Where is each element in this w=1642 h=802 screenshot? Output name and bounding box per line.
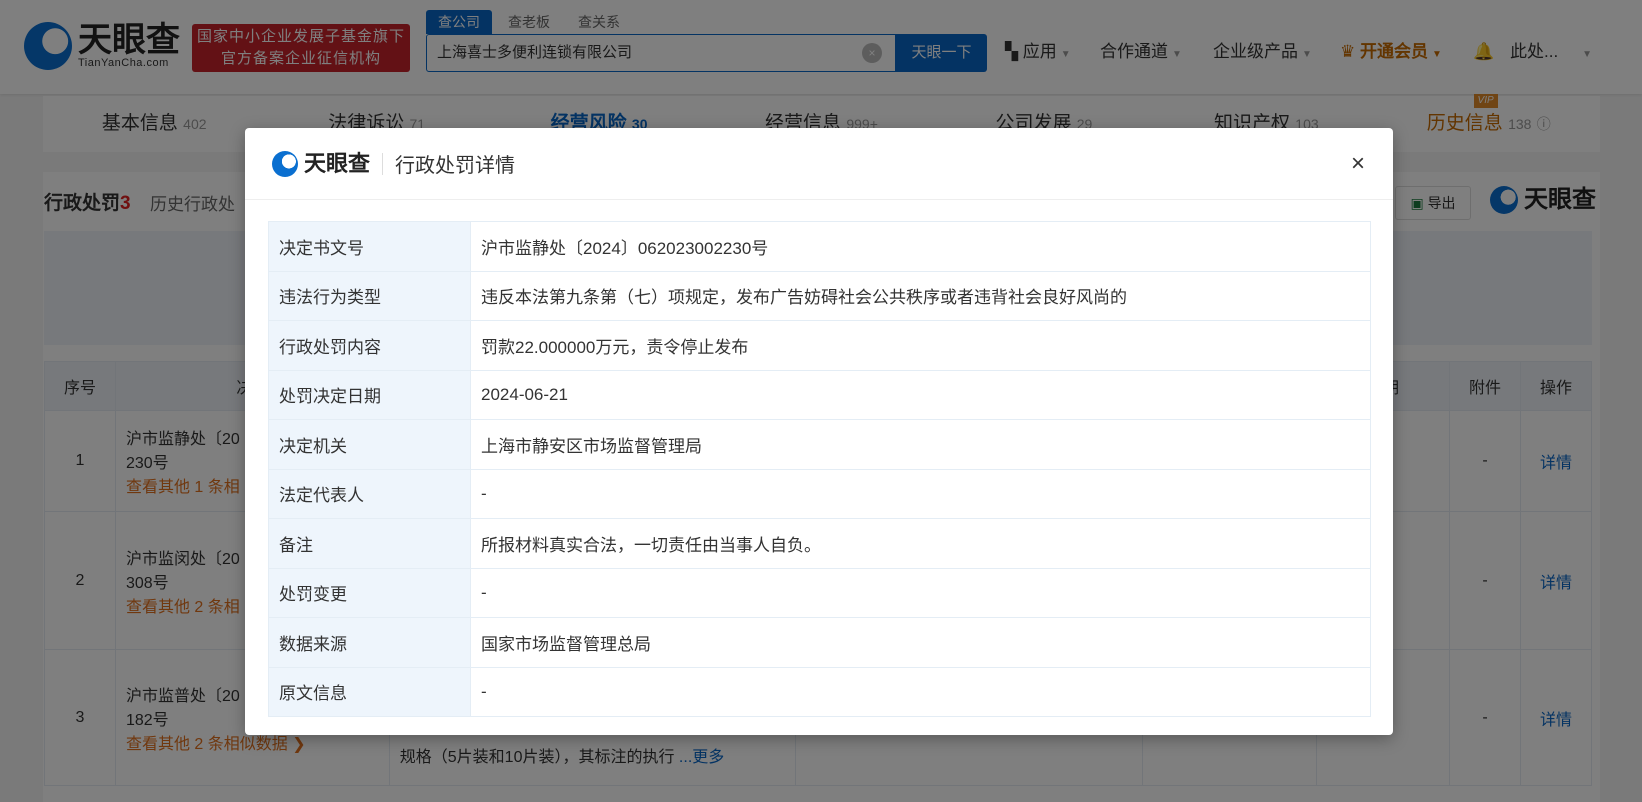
detail-value: - [470,468,1371,519]
close-icon[interactable]: × [1351,150,1365,178]
detail-label: 法定代表人 [268,468,471,519]
detail-value: 上海市静安区市场监督管理局 [470,419,1371,470]
detail-value: 所报材料真实合法，一切责任由当事人自负。 [470,518,1371,569]
detail-row: 数据来源 国家市场监督管理总局 [268,617,1371,668]
detail-row: 备注 所报材料真实合法，一切责任由当事人自负。 [268,518,1371,569]
detail-value: 2024-06-21 [470,369,1371,420]
detail-value: 罚款22.000000万元，责令停止发布 [470,320,1371,371]
detail-row: 处罚变更 - [268,567,1371,618]
detail-value: 国家市场监督管理总局 [470,617,1371,668]
modal-header: 天眼查 行政处罚详情 × [245,128,1393,200]
detail-row: 法定代表人 - [268,468,1371,519]
detail-value: - [470,567,1371,618]
modal-title: 行政处罚详情 [395,155,516,177]
detail-value: 违反本法第九条第（七）项规定，发布广告妨碍社会公共秩序或者违背社会良好风尚的 [470,270,1371,321]
detail-label: 原文信息 [268,666,471,717]
detail-label: 违法行为类型 [268,270,471,321]
detail-row: 违法行为类型 违反本法第九条第（七）项规定，发布广告妨碍社会公共秩序或者违背社会良… [268,270,1371,321]
detail-label: 数据来源 [268,617,471,668]
divider [382,152,384,175]
detail-table: 决定书文号 沪市监静处〔2024〕062023002230号 违法行为类型 违反本法第… [268,221,1371,717]
detail-label: 决定书文号 [268,221,471,272]
detail-label: 处罚变更 [268,567,471,618]
detail-label: 备注 [268,518,471,569]
detail-row: 决定机关 上海市静安区市场监督管理局 [268,419,1371,470]
detail-row: 处罚决定日期 2024-06-21 [268,369,1371,420]
detail-row: 原文信息 - [268,666,1371,717]
modal-logo: 天眼查 [272,150,370,177]
detail-row: 行政处罚内容 罚款22.000000万元，责令停止发布 [268,320,1371,371]
detail-row: 决定书文号 沪市监静处〔2024〕062023002230号 [268,221,1371,272]
penalty-detail-modal: 天眼查 行政处罚详情 × 决定书文号 沪市监静处〔2024〕06202300223… [245,128,1393,735]
logo-icon [272,150,298,177]
detail-value: 沪市监静处〔2024〕062023002230号 [470,221,1371,272]
detail-label: 行政处罚内容 [268,320,471,371]
detail-label: 决定机关 [268,419,471,470]
detail-value: - [470,666,1371,717]
detail-label: 处罚决定日期 [268,369,471,420]
